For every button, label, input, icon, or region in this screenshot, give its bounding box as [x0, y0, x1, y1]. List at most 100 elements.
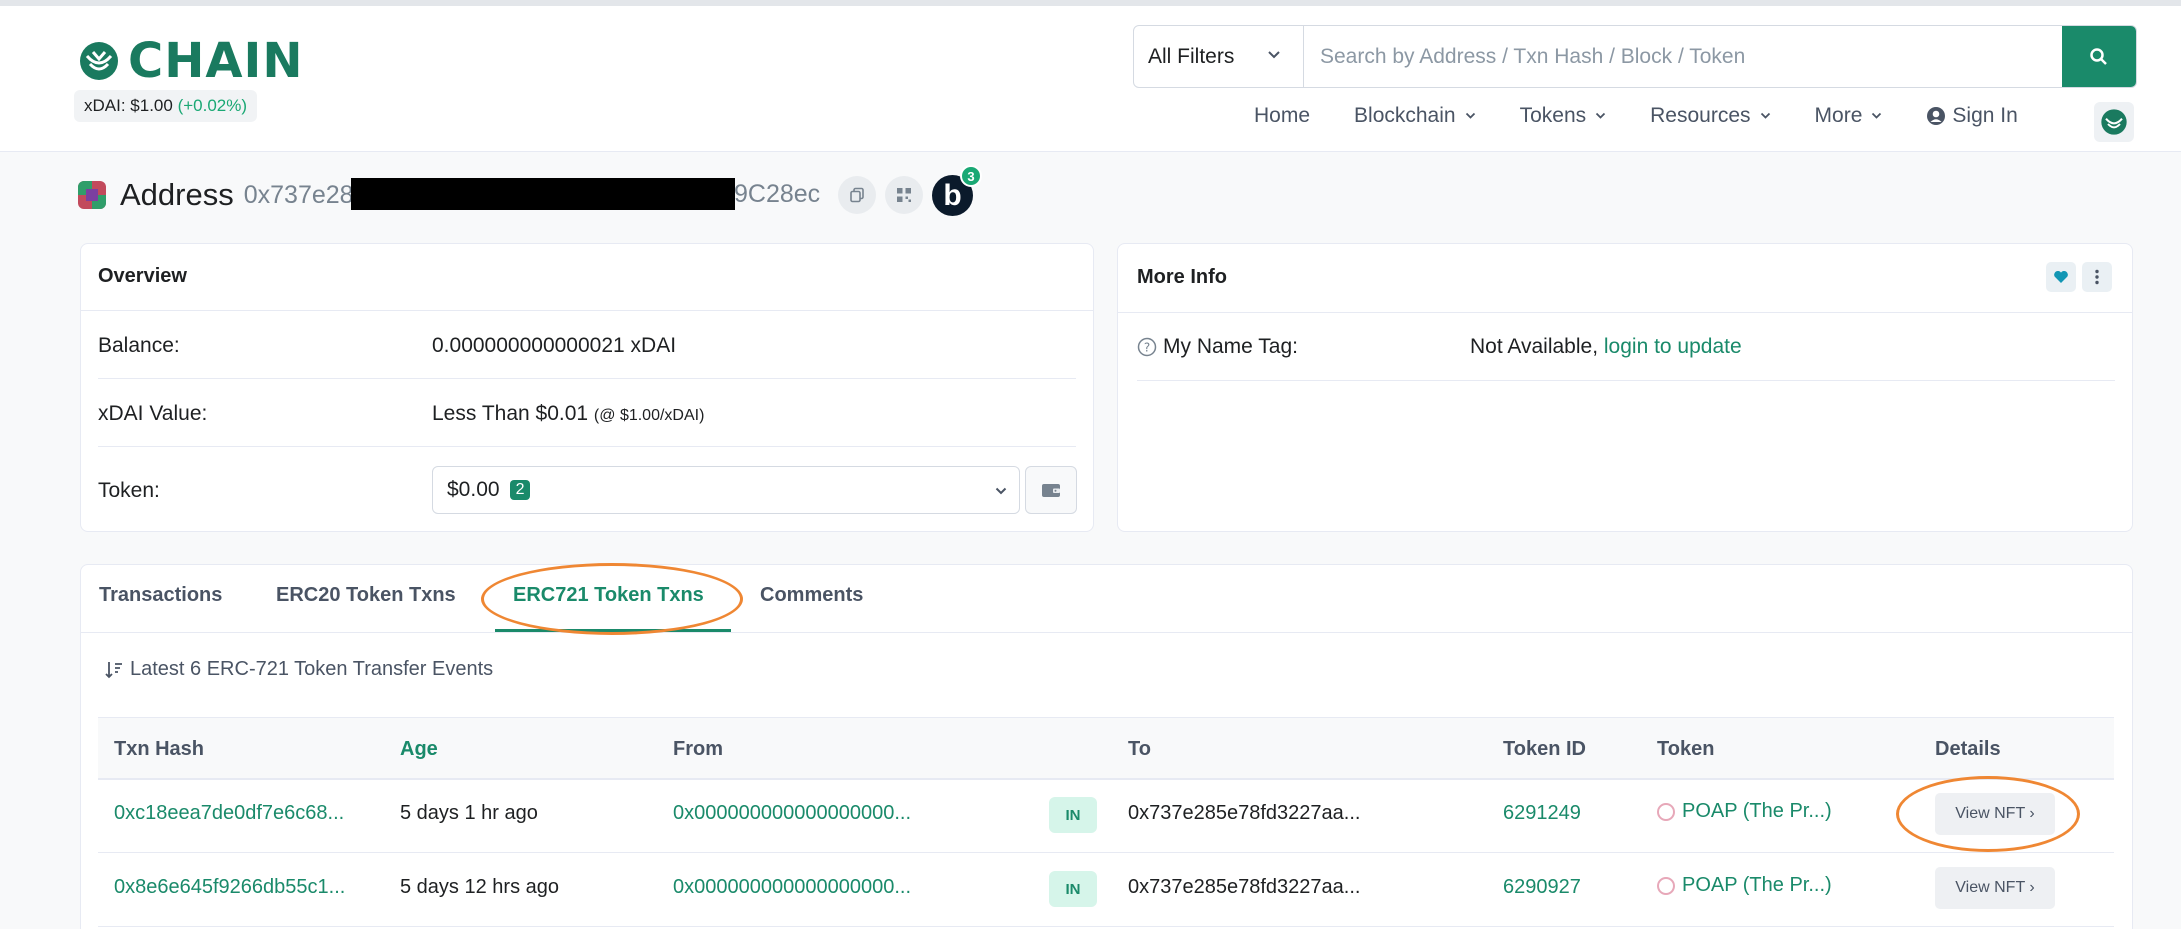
site-header: CHAIN xDAI: $1.00 (+0.02%) All Filters H… — [0, 6, 2181, 152]
nav-tokens[interactable]: Tokens — [1520, 104, 1607, 128]
nav-more[interactable]: More — [1815, 104, 1883, 128]
sign-in-link[interactable]: Sign In — [1926, 104, 2018, 128]
chain-logo-icon — [2101, 109, 2127, 135]
qr-code-button[interactable] — [885, 176, 923, 214]
view-nft-button[interactable]: View NFT › — [1935, 867, 2055, 909]
filter-dropdown[interactable]: All Filters — [1134, 26, 1304, 87]
nav-home-label: Home — [1254, 104, 1311, 127]
search-button[interactable] — [2062, 26, 2136, 87]
age-cell: 5 days 12 hrs ago — [400, 876, 559, 898]
wallet-icon — [1042, 484, 1060, 497]
tab-erc20-token-txns[interactable]: ERC20 Token Txns — [276, 584, 456, 607]
chevron-down-icon — [1596, 112, 1606, 119]
token-label: Token: — [98, 479, 160, 502]
qr-code-icon — [897, 188, 911, 202]
events-summary: Latest 6 ERC-721 Token Transfer Events — [104, 658, 493, 681]
balance-label: Balance: — [98, 334, 180, 357]
brand-name: CHAIN — [128, 33, 304, 89]
wallet-button[interactable] — [1025, 466, 1077, 514]
direction-badge: IN — [1049, 871, 1097, 907]
divider — [1137, 380, 2115, 381]
name-tag-label-text: My Name Tag: — [1163, 335, 1298, 358]
txn-hash-link[interactable]: 0xc18eea7de0df7e6c68... — [114, 802, 344, 825]
brand-logo[interactable]: CHAIN — [78, 36, 304, 86]
from-address-link[interactable]: 0x000000000000000000... — [673, 876, 911, 899]
divider — [98, 446, 1076, 447]
more-vertical-icon — [2095, 269, 2099, 285]
token-id-link[interactable]: 6290927 — [1503, 876, 1581, 899]
token-id-link[interactable]: 6291249 — [1503, 802, 1581, 825]
main-nav: Home Blockchain Tokens Resources More Si… — [1254, 104, 2062, 128]
column-age[interactable]: Age — [400, 738, 438, 761]
search-input[interactable] — [1304, 26, 2062, 87]
divider — [1118, 312, 2132, 313]
token-value: $0.00 — [447, 478, 500, 501]
nav-resources[interactable]: Resources — [1650, 104, 1770, 128]
divider — [98, 378, 1076, 379]
token-link[interactable]: POAP (The Pr...) — [1657, 874, 1832, 897]
divider — [81, 310, 1093, 311]
name-tag-status: Not Available, — [1470, 335, 1599, 358]
xdai-value-amount: Less Than $0.01 — [432, 402, 589, 425]
chain-logo-icon — [80, 42, 118, 80]
copy-icon — [850, 187, 864, 203]
column-to: To — [1128, 738, 1151, 760]
column-from: From — [673, 738, 723, 760]
overview-card: Overview Balance: 0.000000000000021 xDAI… — [80, 243, 1094, 532]
table-row: 0xc18eea7de0df7e6c68... 5 days 1 hr ago … — [98, 780, 2114, 853]
help-icon: ? — [1137, 337, 1157, 357]
address-hash-start[interactable]: 0x737e28 — [244, 181, 354, 210]
network-switch-button[interactable] — [2094, 102, 2134, 142]
events-summary-text: Latest 6 ERC-721 Token Transfer Events — [130, 658, 494, 680]
column-details: Details — [1935, 738, 2001, 760]
chevron-down-icon — [1268, 51, 1280, 59]
direction-badge: IN — [1049, 797, 1097, 833]
nav-tokens-label: Tokens — [1519, 104, 1587, 127]
token-link[interactable]: POAP (The Pr...) — [1657, 800, 1832, 823]
name-tag-value: Not Available, login to update — [1470, 335, 1742, 359]
filter-label: All Filters — [1148, 44, 1235, 68]
address-avatar-icon — [78, 181, 106, 209]
search-bar: All Filters — [1133, 25, 2137, 88]
token-holdings-dropdown[interactable]: $0.00 2 — [432, 466, 1020, 514]
xdai-value-note: (@ $1.00/xDAI) — [593, 407, 705, 424]
xdai-value-label: xDAI Value: — [98, 402, 208, 425]
address-hash-end[interactable]: 9C28ec — [734, 180, 820, 209]
chevron-down-icon — [995, 487, 1007, 495]
poap-token-icon — [1657, 876, 1675, 895]
token-name: POAP (The Pr...) — [1682, 874, 1832, 896]
more-info-card: More Info ? My Name Tag: Not Available, … — [1117, 243, 2133, 532]
nav-blockchain[interactable]: Blockchain — [1354, 104, 1476, 128]
favorite-button[interactable] — [2046, 262, 2076, 292]
price-change: (+0.02%) — [177, 96, 248, 115]
token-count-badge: 2 — [509, 480, 531, 500]
name-tag-label: ? My Name Tag: — [1137, 335, 1298, 359]
to-address: 0x737e285e78fd3227aa... — [1128, 876, 1361, 898]
from-address-link[interactable]: 0x000000000000000000... — [673, 802, 911, 825]
overview-title: Overview — [98, 265, 187, 287]
more-options-button[interactable] — [2082, 262, 2112, 292]
view-nft-button[interactable]: View NFT › — [1935, 793, 2055, 835]
login-to-update-link[interactable]: login to update — [1604, 335, 1742, 358]
price-label: xDAI: $1.00 — [84, 96, 173, 115]
active-tab-indicator — [495, 629, 731, 632]
price-chip: xDAI: $1.00 (+0.02%) — [74, 90, 258, 122]
nav-more-label: More — [1814, 104, 1863, 127]
column-txn-hash: Txn Hash — [114, 738, 205, 760]
token-name: POAP (The Pr...) — [1682, 800, 1832, 822]
tab-erc721-token-txns[interactable]: ERC721 Token Txns — [513, 584, 704, 607]
chevron-down-icon — [1465, 112, 1475, 119]
user-icon — [1927, 107, 1946, 125]
txn-hash-link[interactable]: 0x8e6e645f9266db55c1... — [114, 876, 345, 899]
balance-value: 0.000000000000021 xDAI — [432, 334, 677, 357]
nav-resources-label: Resources — [1650, 104, 1751, 127]
tab-transactions[interactable]: Transactions — [99, 584, 222, 607]
more-info-title: More Info — [1137, 266, 1227, 288]
svg-text:?: ? — [1144, 341, 1150, 355]
tab-comments[interactable]: Comments — [760, 584, 863, 607]
nav-home[interactable]: Home — [1254, 104, 1310, 128]
address-title: Address — [120, 177, 234, 212]
redaction-bar — [351, 178, 735, 210]
copy-address-button[interactable] — [838, 176, 876, 214]
blockscan-count-badge: 3 — [960, 165, 982, 187]
